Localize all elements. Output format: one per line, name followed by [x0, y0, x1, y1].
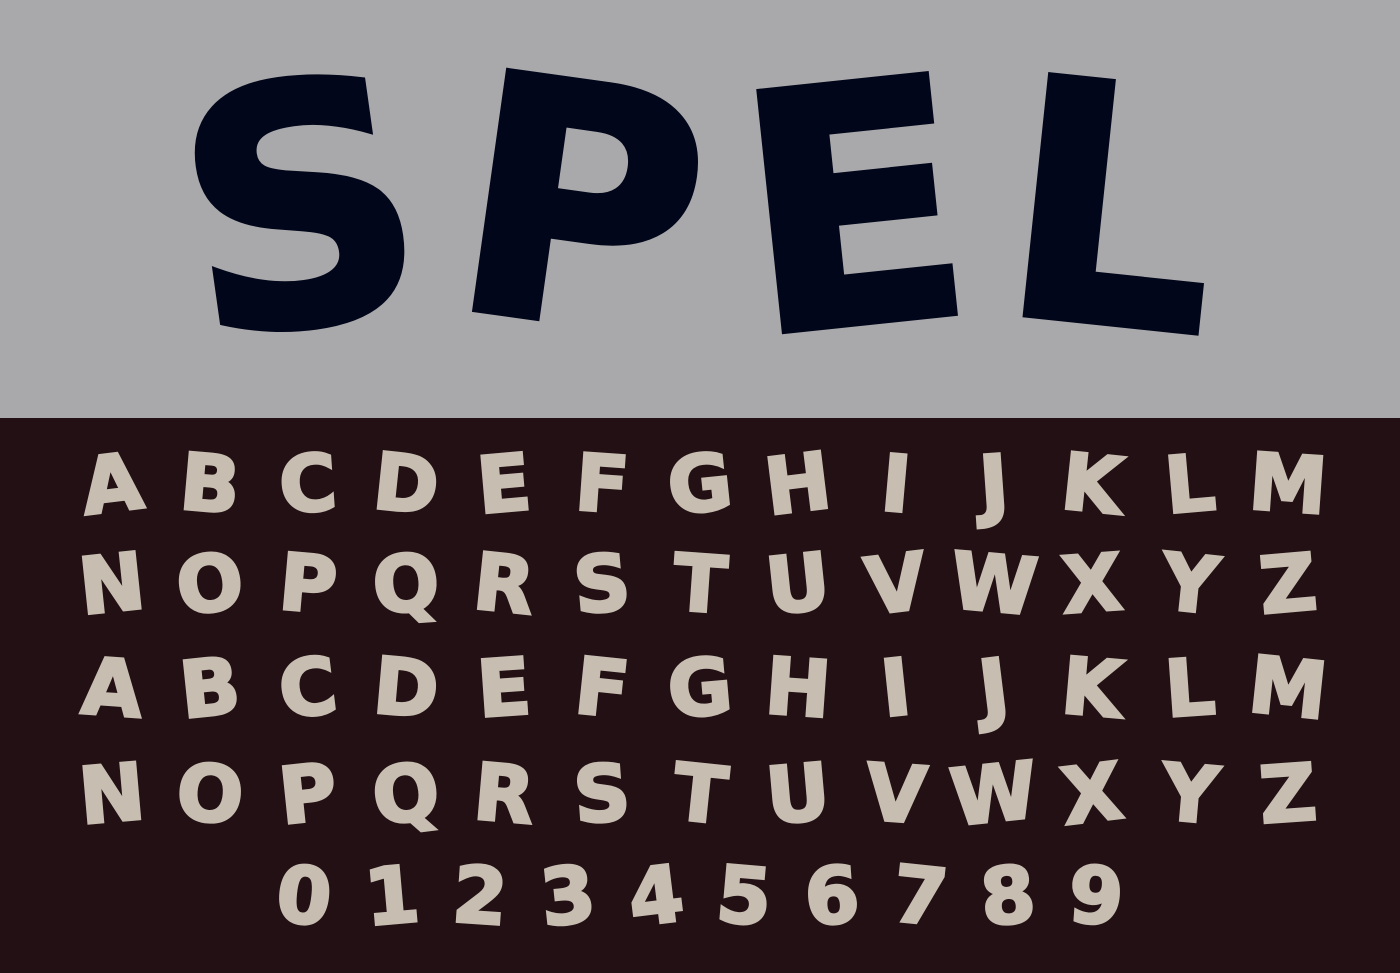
glyph: 2 — [448, 849, 511, 946]
glyph: M — [1243, 639, 1333, 740]
glyph: W — [945, 744, 1043, 846]
glyph: K — [1056, 436, 1129, 535]
glyph: E — [473, 641, 535, 737]
glyph: S — [569, 747, 634, 844]
glyph: N — [73, 535, 150, 634]
glyph: B — [175, 436, 245, 534]
glyph: Q — [366, 745, 446, 845]
glyph: 8 — [976, 848, 1041, 945]
glyph: C — [275, 437, 341, 534]
glyph: 0 — [271, 848, 337, 946]
title-letter-s: S — [154, 0, 449, 419]
glyph: 3 — [535, 848, 601, 946]
glyph: T — [669, 537, 731, 633]
glyph: 6 — [800, 849, 863, 946]
glyph: I — [876, 437, 916, 532]
glyph: Y — [1156, 746, 1223, 844]
glyph: 4 — [622, 848, 690, 947]
glyph: U — [761, 746, 835, 844]
glyph: U — [760, 535, 835, 634]
glyph: P — [274, 536, 342, 634]
title-letter-l: L — [985, 4, 1240, 414]
glyph: D — [368, 435, 445, 534]
title-letter-p: P — [431, 0, 730, 419]
glyph: F — [569, 640, 634, 738]
glyph: G — [663, 640, 738, 738]
title-panel: S P E L — [0, 0, 1400, 419]
glyph: O — [170, 535, 250, 635]
glyph: R — [469, 746, 540, 844]
glyph: O — [172, 746, 247, 843]
glyph: X — [1055, 745, 1129, 845]
glyph: A — [77, 641, 147, 738]
glyph: Z — [1254, 536, 1321, 634]
glyph: A — [75, 435, 149, 535]
glyph: I — [875, 641, 916, 737]
glyph: 5 — [712, 848, 777, 945]
glyph: S — [569, 536, 636, 634]
glyph-row-1: A B C D E F G H I J K L M — [0, 435, 1400, 535]
glyph: P — [273, 746, 342, 844]
glyph: G — [662, 435, 738, 534]
glyph: M — [1245, 436, 1332, 534]
glyph-specimen-panel: A B C D E F G H I J K L M N O P Q R S T … — [0, 418, 1400, 973]
glyph: W — [946, 535, 1043, 635]
glyph-row-3: A B C D E F G H I J K L M — [0, 639, 1400, 740]
glyph: 9 — [1064, 849, 1127, 946]
glyph: Q — [368, 536, 443, 633]
glyph: H — [759, 435, 838, 535]
glyph: F — [571, 437, 633, 533]
glyph: V — [859, 535, 933, 635]
glyph: V — [861, 747, 931, 844]
glyph: Y — [1156, 536, 1225, 634]
glyph-row-4: N O P Q R S T U V W X Y Z — [0, 744, 1400, 846]
glyph: 7 — [887, 848, 953, 946]
glyph: T — [667, 746, 732, 844]
glyph: R — [468, 536, 540, 635]
glyph: X — [1057, 537, 1126, 634]
glyph: L — [1160, 437, 1220, 534]
glyph: K — [1056, 640, 1127, 738]
glyph: N — [74, 746, 150, 844]
title-letter-e: E — [719, 3, 989, 414]
glyph: J — [973, 641, 1016, 737]
glyph: 1 — [360, 848, 425, 945]
glyph: Z — [1255, 747, 1321, 844]
glyph-row-digits: 0 1 2 3 4 5 6 7 8 9 — [0, 848, 1400, 947]
glyph: B — [174, 640, 246, 739]
glyph: D — [368, 640, 443, 738]
glyph: H — [761, 640, 835, 737]
glyph: L — [1161, 641, 1220, 737]
glyph-row-2: N O P Q R S T U V W X Y Z — [0, 535, 1400, 635]
glyph: C — [273, 639, 344, 738]
glyph: E — [472, 436, 536, 533]
glyph: J — [975, 438, 1013, 533]
